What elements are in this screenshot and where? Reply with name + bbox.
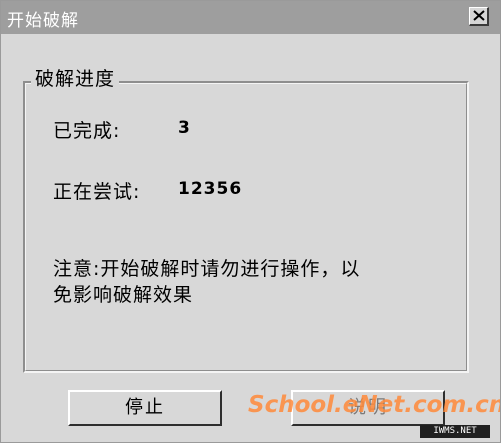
completed-label: 已完成: [53, 120, 121, 142]
warning-note: 注意:开始破解时请勿进行操作，以 免影响破解效果 [53, 256, 453, 308]
watermark-badge: IWMS.NET [420, 425, 490, 438]
trying-value: 12356 [178, 179, 243, 199]
warning-note-line-1: 注意:开始破解时请勿进行操作，以 [53, 258, 361, 280]
stop-button[interactable]: 停止 [68, 390, 222, 426]
completed-value: 3 [178, 118, 191, 138]
title-bar: 开始破解 [1, 1, 500, 34]
window-title: 开始破解 [7, 11, 79, 31]
crack-dialog: 开始破解 破解进度 已完成: 3 正在尝试: 12356 注意:开始破解时请勿进… [0, 0, 501, 443]
trying-label: 正在尝试: [53, 181, 141, 203]
close-icon [473, 10, 485, 21]
close-button[interactable] [469, 7, 489, 26]
watermark-text: School.eNet.com.cn [248, 392, 501, 418]
groupbox-title: 破解进度 [31, 64, 120, 91]
warning-note-line-2: 免影响破解效果 [53, 284, 194, 306]
